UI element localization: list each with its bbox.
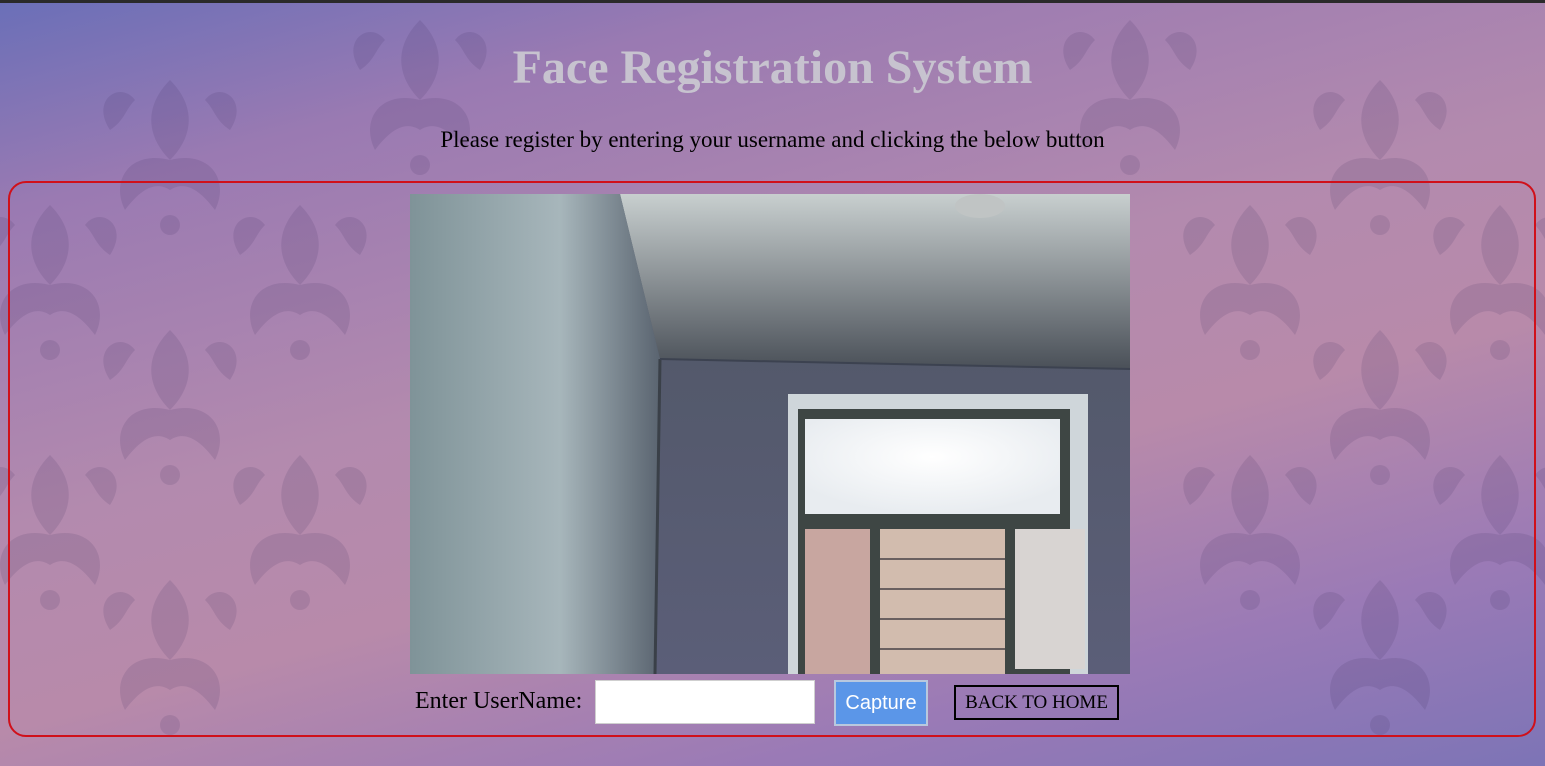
webcam-preview (410, 194, 1130, 674)
page-title: Face Registration System (512, 41, 1033, 94)
webcam-room-image (410, 194, 1130, 674)
back-to-home-button[interactable]: BACK TO HOME (954, 685, 1119, 720)
username-input[interactable] (595, 680, 815, 724)
top-border (0, 0, 1545, 3)
page-subtitle: Please register by entering your usernam… (440, 127, 1105, 152)
registration-form: Enter UserName: Capture BACK TO HOME (415, 678, 1135, 726)
username-label: Enter UserName: (415, 688, 583, 714)
capture-button[interactable]: Capture (834, 680, 928, 726)
